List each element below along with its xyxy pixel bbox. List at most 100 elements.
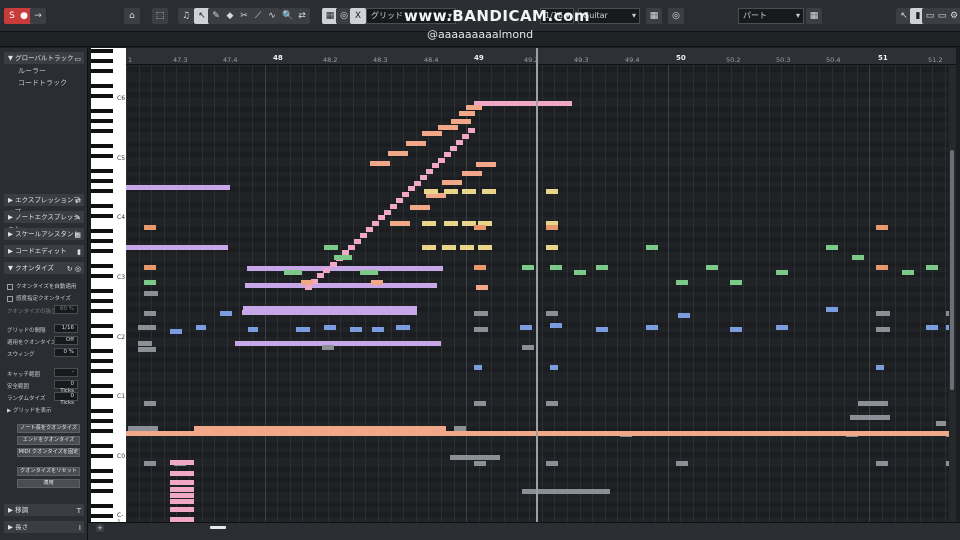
black-key[interactable] <box>91 289 113 293</box>
black-key[interactable] <box>91 299 113 303</box>
chord-track[interactable]: コードトラック <box>18 78 67 88</box>
midi-note[interactable] <box>474 265 486 270</box>
midi-note[interactable] <box>170 507 194 512</box>
midi-note[interactable] <box>324 245 338 250</box>
black-key[interactable] <box>91 169 113 173</box>
part-select[interactable]: パート <box>738 8 804 24</box>
quantize-ends-button[interactable]: エンドをクオンタイズ <box>17 436 80 445</box>
black-key[interactable] <box>91 309 113 313</box>
midi-note[interactable] <box>450 455 500 460</box>
midi-note[interactable] <box>876 365 884 370</box>
midi-note[interactable] <box>390 221 410 226</box>
midi-note[interactable] <box>144 280 156 285</box>
midi-note[interactable] <box>360 270 378 275</box>
midi-note[interactable] <box>194 426 446 431</box>
midi-note[interactable] <box>926 325 938 330</box>
midi-note[interactable] <box>730 280 742 285</box>
reference-value[interactable]: Off <box>54 336 78 345</box>
fix-midi-button[interactable]: MIDI クオンタイズを固定 <box>17 448 80 457</box>
midi-note[interactable] <box>442 245 456 250</box>
midi-note[interactable] <box>170 460 194 465</box>
midi-note[interactable] <box>432 163 439 168</box>
midi-note[interactable] <box>242 310 417 315</box>
midi-note[interactable] <box>462 189 476 194</box>
midi-note[interactable] <box>776 270 788 275</box>
midi-note[interactable] <box>450 146 457 151</box>
black-key[interactable] <box>91 349 113 353</box>
midi-note[interactable] <box>546 311 558 316</box>
black-key[interactable] <box>91 249 113 253</box>
midi-note[interactable] <box>414 181 421 186</box>
midi-note[interactable] <box>474 225 486 230</box>
midi-note[interactable] <box>422 245 436 250</box>
midi-note[interactable] <box>247 266 443 271</box>
black-key[interactable] <box>91 384 113 388</box>
midi-note[interactable] <box>876 225 888 230</box>
ruler-track[interactable]: ルーラー <box>18 66 46 76</box>
midi-note[interactable] <box>301 280 313 285</box>
midi-note[interactable] <box>676 280 688 285</box>
black-key[interactable] <box>91 119 113 123</box>
auto-apply-checkbox[interactable]: クオンタイズを自動適用 <box>7 282 76 290</box>
midi-note[interactable] <box>372 221 379 226</box>
midi-note[interactable] <box>170 487 194 492</box>
midi-note[interactable] <box>360 233 367 238</box>
black-key[interactable] <box>91 84 113 88</box>
safe-range-value[interactable]: 0 Ticks <box>54 380 78 394</box>
black-key[interactable] <box>91 514 113 518</box>
autoscroll-button[interactable]: → <box>30 8 46 24</box>
midi-note[interactable] <box>170 471 194 476</box>
midi-note[interactable] <box>936 421 946 426</box>
midi-note[interactable] <box>850 415 890 420</box>
black-key[interactable] <box>91 334 113 338</box>
black-key[interactable] <box>91 369 113 373</box>
speaker-icon[interactable]: ♫ <box>178 8 194 24</box>
midi-icon[interactable]: ▦ <box>646 8 662 24</box>
black-key[interactable] <box>91 394 113 398</box>
iterative-strength-value[interactable]: 60 % <box>54 305 78 314</box>
step-icon[interactable]: ◎ <box>668 8 684 24</box>
midi-note[interactable] <box>170 329 182 334</box>
midi-note[interactable] <box>462 171 482 176</box>
black-key[interactable] <box>91 239 113 243</box>
midi-note[interactable] <box>550 265 562 270</box>
black-key[interactable] <box>91 69 113 73</box>
gear-icon[interactable]: ⚙ <box>946 8 960 24</box>
black-key[interactable] <box>91 59 113 63</box>
midi-note[interactable] <box>876 265 888 270</box>
scale-assistant-header[interactable]: ▶ スケールアシスタント ▦ <box>4 228 84 240</box>
length-header[interactable]: ▶ 長さ I <box>4 521 84 533</box>
midi-note[interactable] <box>462 134 469 139</box>
midi-note[interactable] <box>438 158 445 163</box>
trim-tool-icon[interactable]: ∿ <box>264 8 280 24</box>
black-key[interactable] <box>91 204 113 208</box>
horizontal-scroll-thumb[interactable] <box>210 526 226 529</box>
midi-note[interactable] <box>406 141 426 146</box>
midi-note[interactable] <box>144 265 156 270</box>
midi-note[interactable] <box>678 313 690 318</box>
midi-note[interactable] <box>138 347 156 352</box>
midi-note[interactable] <box>442 180 462 185</box>
midi-note[interactable] <box>474 365 482 370</box>
black-key[interactable] <box>91 214 113 218</box>
midi-note[interactable] <box>144 291 158 296</box>
midi-note[interactable] <box>284 270 302 275</box>
midi-note[interactable] <box>474 401 486 406</box>
midi-note[interactable] <box>456 140 463 145</box>
midi-note[interactable] <box>220 311 232 316</box>
midi-note[interactable] <box>444 189 458 194</box>
midi-note[interactable] <box>384 210 391 215</box>
black-key[interactable] <box>91 49 113 53</box>
midi-note[interactable] <box>902 270 914 275</box>
black-key[interactable] <box>91 444 113 448</box>
midi-note[interactable] <box>474 461 486 466</box>
midi-note[interactable] <box>402 192 409 197</box>
midi-note[interactable] <box>245 283 437 288</box>
midi-note[interactable] <box>730 327 742 332</box>
midi-note[interactable] <box>876 311 890 316</box>
midi-note[interactable] <box>546 189 558 194</box>
midi-note[interactable] <box>422 131 442 136</box>
midi-note[interactable] <box>390 204 397 209</box>
midi-note[interactable] <box>522 265 534 270</box>
midi-note[interactable] <box>324 325 336 330</box>
